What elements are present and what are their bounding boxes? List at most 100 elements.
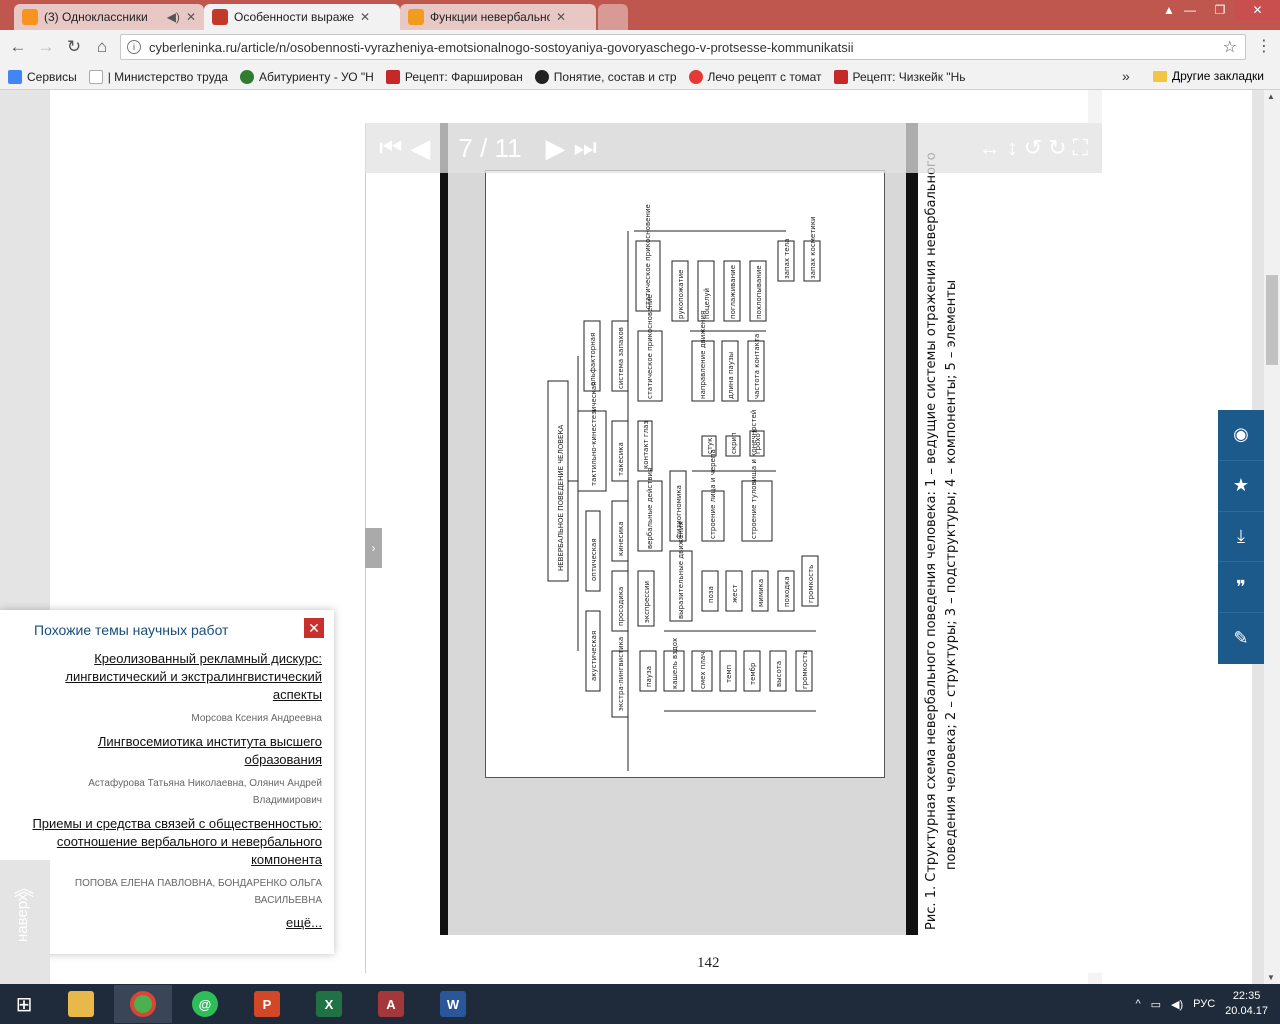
explorer-taskbar-button[interactable] [52, 985, 110, 1023]
tab-functions[interactable]: Функции невербальног ✕ [400, 4, 596, 30]
diagram-node: тактильно-кинестезическая [590, 382, 598, 486]
diagram-node: скрип [730, 432, 738, 454]
figure-caption: Рис. 1. Структурная схема невербального … [920, 130, 980, 930]
scroll-up-icon[interactable]: ▲ [1267, 92, 1275, 101]
diagram-node: просодика [617, 587, 625, 626]
tray-overflow-icon[interactable]: ^ [1135, 998, 1140, 1010]
reload-icon[interactable]: ↻ [60, 33, 88, 61]
first-page-icon[interactable]: ⏮ [379, 132, 402, 164]
other-bookmarks[interactable]: Другие закладки [1153, 69, 1264, 83]
home-icon[interactable]: ⌂ [88, 33, 116, 61]
thumbs-icon [408, 9, 424, 25]
similar-item[interactable]: Приемы и средства связей с общественност… [28, 815, 322, 909]
back-icon[interactable]: ← [4, 33, 32, 61]
diagram-node: стук [706, 438, 714, 454]
back-to-top-button[interactable]: ︽ наверх [0, 860, 50, 984]
tab-odnoklassniki[interactable]: (3) Одноклассники ◀) ✕ [14, 4, 204, 30]
diagram-node: такесика [617, 442, 625, 476]
clock[interactable]: 22:35 20.04.17 [1225, 989, 1268, 1019]
bookmark-item[interactable]: | Министерство труда [88, 69, 228, 84]
ok-icon [22, 9, 38, 25]
diagram-title: НЕВЕРБАЛЬНОЕ ПОВЕДЕНИЕ ЧЕЛОВЕКА [557, 425, 565, 571]
diagram-node: высота [775, 661, 783, 687]
diagram-node: походка [783, 576, 791, 607]
diagram-node: поцелуй [703, 288, 711, 319]
info-icon[interactable]: i [127, 40, 141, 54]
url-text[interactable]: cyberleninka.ru/article/n/osobennosti-vy… [149, 40, 854, 55]
download-icon[interactable]: ⤓ [1218, 512, 1264, 563]
diagram-node: длина паузы [727, 352, 735, 399]
close-icon[interactable]: ✕ [304, 618, 324, 638]
bookmark-item[interactable]: Рецепт: Чизкейк "Нь [833, 69, 965, 84]
bookmark-star-icon[interactable]: ☆ [1223, 37, 1237, 57]
messenger-taskbar-button[interactable]: @ [176, 985, 234, 1023]
restore-button[interactable]: ❐ [1205, 0, 1235, 20]
diagram-node: мимика [757, 579, 765, 607]
windows-taskbar: ⊞ @ P X A W ^ ▭ ◀) РУС 22:35 20.04.17 [0, 984, 1280, 1024]
nonverbal-diagram: НЕВЕРБАЛЬНОЕ ПОВЕДЕНИЕ ЧЕЛОВЕКА акустиче… [547, 204, 821, 771]
address-bar[interactable]: i cyberleninka.ru/article/n/osobennosti-… [120, 34, 1246, 60]
diagram-node: пауза [645, 666, 653, 687]
scroll-down-icon[interactable]: ▼ [1267, 973, 1275, 982]
tab-close-icon[interactable]: ✕ [186, 10, 196, 24]
chrome-taskbar-button[interactable] [114, 985, 172, 1023]
next-page-icon[interactable]: ▶ [546, 133, 566, 164]
tab-close-icon[interactable]: ✕ [360, 10, 370, 24]
rotate-left-icon[interactable]: ↺ [1024, 135, 1042, 161]
last-page-icon[interactable]: ⏭ [574, 132, 597, 164]
bookmarks-overflow-icon[interactable]: » [1122, 68, 1130, 84]
page-content: НЕВЕРБАЛЬНОЕ ПОВЕДЕНИЕ ЧЕЛОВЕКА акустиче… [0, 90, 1264, 984]
bookmark-item[interactable]: Лечо рецепт с томат [688, 69, 822, 84]
more-link[interactable]: ещё... [28, 915, 322, 930]
bookmark-item[interactable]: Абитуриенту - УО "Н [239, 69, 374, 84]
forward-icon[interactable]: → [32, 33, 60, 61]
volume-icon[interactable]: ◀) [1171, 998, 1183, 1011]
prev-page-icon[interactable]: ◀ [410, 133, 430, 164]
minimize-button[interactable]: — [1175, 0, 1205, 20]
diagram-node: кинесика [617, 521, 625, 556]
eye-icon[interactable]: ◉ [1218, 410, 1264, 461]
access-taskbar-button[interactable]: A [362, 985, 420, 1023]
window-close-button[interactable]: ✕ [1235, 0, 1280, 20]
word-taskbar-button[interactable]: W [424, 985, 482, 1023]
fit-height-icon[interactable]: ↕ [1007, 135, 1018, 161]
bookmark-apps[interactable]: Сервисы [8, 69, 77, 84]
fit-width-icon[interactable]: ↔ [979, 135, 1001, 161]
bookmark-item[interactable]: Понятие, состав и стр [534, 69, 677, 84]
diagram-node: тембр [749, 662, 757, 685]
audio-icon[interactable]: ◀) [167, 10, 180, 24]
windows-start-icon[interactable]: ⊞ [0, 984, 48, 1024]
page-indicator[interactable]: 7 / 11 [458, 133, 521, 164]
diagram-node: экстра-лингвистика [617, 637, 625, 711]
bookmark-item[interactable]: Рецепт: Фарширован [385, 69, 523, 84]
diagram-node: рукопожатие [677, 270, 685, 320]
sidebar-toggle-button[interactable]: › [365, 528, 382, 568]
apps-grid-icon [8, 69, 22, 84]
quote-icon[interactable]: ❞ [1218, 562, 1264, 614]
folder-icon [68, 991, 94, 1017]
similar-item[interactable]: Креолизованный рекламный дискурс: лингви… [28, 650, 322, 727]
new-tab-button[interactable] [598, 4, 628, 30]
rotate-right-icon[interactable]: ↻ [1048, 135, 1066, 161]
diagram-node: ольфакторная [589, 333, 597, 386]
tab-article[interactable]: Особенности выражени ✕ [204, 4, 400, 30]
star-icon[interactable]: ★ [1218, 461, 1264, 512]
diagram-node: жест [731, 584, 739, 603]
access-icon: A [378, 991, 404, 1017]
site-icon [534, 69, 549, 84]
page-scrollbar[interactable]: ▲ ▼ [1264, 90, 1280, 984]
diagram-node: направление движения [699, 311, 707, 399]
diagram-node: строение туловища и конечностей [750, 410, 758, 539]
powerpoint-taskbar-button[interactable]: P [238, 985, 296, 1023]
similar-item[interactable]: Лингвосемиотика института высшего образо… [28, 733, 322, 809]
diagram-node: запах тела [783, 239, 791, 279]
tab-close-icon[interactable]: ✕ [556, 10, 566, 24]
feather-icon[interactable]: ✎ [1218, 613, 1264, 664]
fullscreen-icon[interactable]: ⛶ [1073, 135, 1088, 161]
language-indicator[interactable]: РУС [1193, 998, 1215, 1010]
excel-taskbar-button[interactable]: X [300, 985, 358, 1023]
scroll-thumb[interactable] [1266, 275, 1278, 365]
page-icon [88, 69, 103, 84]
network-icon[interactable]: ▭ [1151, 998, 1161, 1011]
menu-icon[interactable]: ⋮ [1256, 36, 1272, 56]
